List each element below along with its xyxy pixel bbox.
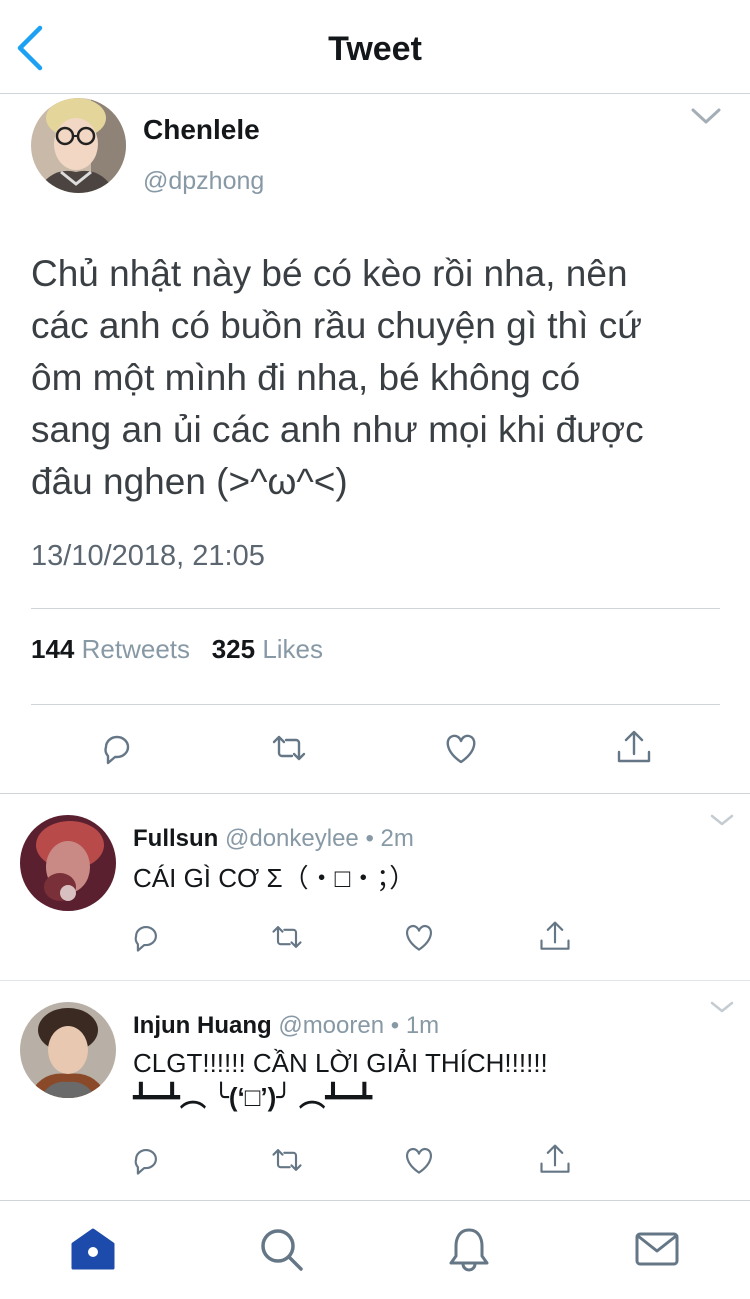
reply-author-handle[interactable]: @donkeylee [225,825,359,852]
reply-button[interactable] [128,1142,164,1178]
share-button[interactable] [614,728,654,768]
like-button[interactable] [401,1142,437,1178]
likes-stat[interactable]: 325 Likes [212,634,323,664]
retweets-label: Retweets [81,634,191,664]
share-icon [540,1144,570,1173]
home-icon [71,1228,115,1270]
reply-author-handle[interactable]: @mooren [278,1012,384,1039]
share-icon [617,730,651,763]
chevron-down-icon [691,108,721,124]
chevron-down-icon [710,814,734,826]
author-name[interactable]: Chenlele [143,114,260,146]
tweet-actions [0,728,750,778]
retweet-button[interactable] [269,919,305,955]
tweet-text-line: sang an ủi các anh như mọi khi được [31,409,644,450]
retweets-stat[interactable]: 144 Retweets [31,634,190,664]
retweet-icon [272,735,306,761]
divider [31,608,720,609]
reply-icon [134,926,157,952]
reply-icon [134,1149,157,1175]
notifications-icon [449,1228,489,1272]
tweet-timestamp: 13/10/2018, 21:05 [31,540,265,572]
retweet-button[interactable] [269,728,309,768]
retweets-count: 144 [31,634,75,664]
like-button[interactable] [401,919,437,955]
reply-time: • 2m [365,825,414,852]
tweet-text-line: Chủ nhật này bé có kèo rồi nha, nên [31,253,628,294]
retweet-icon [272,1149,302,1171]
share-button[interactable] [537,1142,573,1178]
reply-more-options-button[interactable] [710,1000,734,1014]
reply-author-name[interactable]: Fullsun [133,825,218,852]
messages-icon [635,1232,679,1266]
reply-actions [0,1142,750,1192]
page-title: Tweet [328,30,422,68]
reply-avatar[interactable] [20,1002,116,1098]
like-button[interactable] [441,728,481,768]
more-options-button[interactable] [690,106,722,126]
bottom-tab-bar [0,1200,750,1299]
reply-text: CÁI GÌ CƠ Σ（・□・；） [133,863,416,893]
reply-button[interactable] [128,919,164,955]
top-navigation-bar: Tweet [0,0,750,94]
reply-avatar[interactable] [20,815,116,911]
reply-actions [0,919,750,969]
share-button[interactable] [537,919,573,955]
reply-author-name[interactable]: Injun Huang [133,1012,272,1039]
author-handle[interactable]: @dpzhong [143,167,264,196]
reply-header: Injun Huang @mooren • 1m [133,1012,439,1040]
tab-messages[interactable] [634,1226,680,1272]
author-avatar[interactable] [31,98,126,193]
heart-icon [446,734,476,764]
likes-count: 325 [211,634,256,664]
tweet-text-line: đâu nghen (>^ω^<) [31,461,348,502]
reply-tweet[interactable]: Injun Huang @mooren • 1m CLGT!!!!!! CẦN … [0,982,750,1200]
retweet-button[interactable] [269,1142,305,1178]
retweet-icon [272,926,302,948]
reply-more-options-button[interactable] [710,813,734,827]
reply-icon [104,735,130,765]
reply-header: Fullsun @donkeylee • 2m [133,825,414,853]
reply-text-line: ┻━┻︵ ╰(‘□’)╯ ︵┻━┻ [133,1082,373,1112]
likes-label: Likes [262,634,324,664]
tweet-stats: 144 Retweets 325 Likes [31,634,323,665]
heart-icon [406,1147,432,1174]
reply-text-line: CLGT!!!!!! CẦN LỜI GIẢI THÍCH!!!!!! [133,1048,548,1078]
reply-text: CLGT!!!!!! CẦN LỜI GIẢI THÍCH!!!!!! ┻━┻︵… [133,1046,548,1114]
divider [31,704,720,705]
tab-notifications[interactable] [446,1226,492,1272]
share-icon [540,921,570,950]
tab-home[interactable] [70,1226,116,1272]
reply-tweet[interactable]: Fullsun @donkeylee • 2m CÁI GÌ CƠ Σ（・□・；… [0,795,750,981]
tweet-text-line: ôm một mình đi nha, bé không có [31,357,581,398]
reply-time: • 1m [390,1012,440,1039]
reply-button[interactable] [97,728,137,768]
search-icon [261,1229,303,1271]
tweet-text-line: các anh có buồn rầu chuyện gì thì cứ [31,305,642,346]
tab-search[interactable] [258,1226,304,1272]
heart-icon [406,924,432,951]
tweet-text: Chủ nhật này bé có kèo rồi nha, nên các … [31,248,731,508]
main-tweet: Chenlele @dpzhong Chủ nhật này bé có kèo… [0,94,750,794]
chevron-down-icon [710,1001,734,1013]
